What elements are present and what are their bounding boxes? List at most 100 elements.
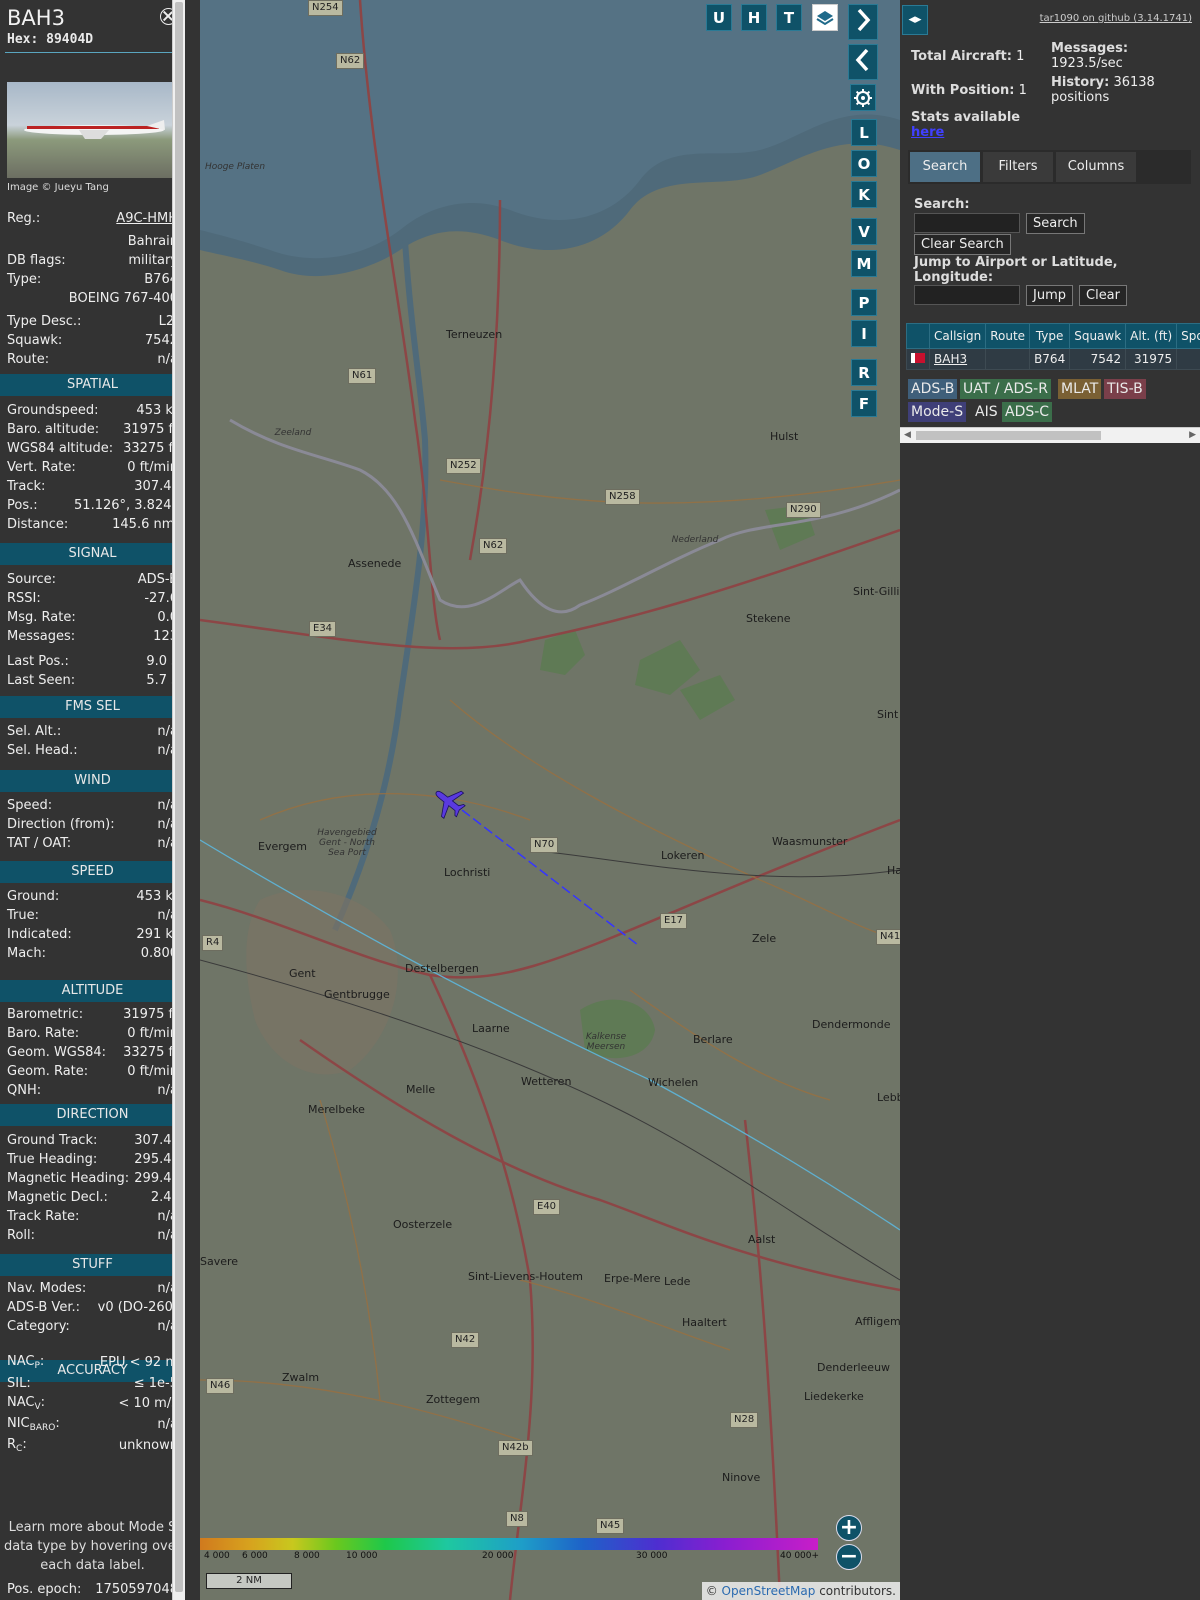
- squawk-label: Squawk:: [7, 333, 63, 348]
- fms-row: Sel. Alt.: n/a: [7, 722, 178, 741]
- altitude-row: Geom. Rate: 0 ft/min: [7, 1062, 178, 1081]
- map-view[interactable]: Terneuzen Hulst Assenede Stekene Sint-Gillis…: [200, 0, 900, 1600]
- osm-link[interactable]: OpenStreetMap: [722, 1584, 816, 1598]
- map-button-u[interactable]: U: [706, 4, 732, 31]
- squawk-row: Squawk: 7542: [7, 331, 178, 350]
- road-shield: N42b: [498, 1440, 533, 1456]
- table-row[interactable]: BAH3 B764 7542 31975: [906, 348, 1200, 370]
- total-aircraft: Total Aircraft: 1: [911, 49, 1024, 64]
- jump-button[interactable]: Jump: [1026, 285, 1073, 306]
- title-divider: [5, 52, 181, 53]
- altitude-value: 0 ft/min: [127, 1064, 178, 1079]
- aircraft-marker-icon[interactable]: [429, 784, 469, 820]
- map-button-p[interactable]: P: [851, 289, 877, 316]
- map-button-v[interactable]: V: [851, 218, 877, 245]
- aircraft-photo-plane: [24, 120, 165, 139]
- road-shield: N42: [451, 1332, 480, 1348]
- altitude-value: 31975 ft: [123, 1007, 178, 1022]
- tab-columns[interactable]: Columns: [1056, 152, 1136, 182]
- spatial-label: Vert. Rate:: [7, 460, 76, 475]
- speed-label: True:: [7, 908, 39, 923]
- fms-section-header: FMS SEL: [0, 696, 185, 718]
- map-button-f[interactable]: F: [851, 390, 877, 417]
- map-place-label: Lokeren: [661, 849, 705, 862]
- search-button[interactable]: Search: [1026, 213, 1085, 234]
- column-route[interactable]: Route: [985, 323, 1031, 349]
- stats-here-link[interactable]: here: [911, 125, 944, 140]
- column-type[interactable]: Type: [1029, 323, 1071, 349]
- source-chip: TIS-B: [1104, 379, 1146, 399]
- jump-input[interactable]: [914, 285, 1020, 305]
- column-speed[interactable]: Spd.: [1176, 323, 1200, 349]
- chevron-left-glyph: [855, 48, 869, 72]
- tab-filters[interactable]: Filters: [983, 152, 1053, 182]
- history-stat: History: 36138 positions: [1051, 75, 1191, 105]
- dbflags-value: military: [128, 253, 178, 268]
- altitude-tick-label: 10 000: [346, 1551, 378, 1561]
- aircraft-photo[interactable]: [7, 82, 178, 178]
- typedesc-label: Type Desc.:: [7, 314, 82, 329]
- nacp-value: EPU < 92 m: [99, 1355, 178, 1370]
- table-horizontal-scrollbar[interactable]: ◀ ▶: [900, 427, 1200, 443]
- map-place-label: Erpe-Mere: [604, 1272, 661, 1285]
- signal-row: Source: ADS-B: [7, 570, 178, 589]
- column-callsign[interactable]: Callsign: [928, 323, 987, 349]
- map-place-label: Lede: [664, 1275, 691, 1288]
- row-callsign[interactable]: BAH3: [928, 348, 987, 370]
- nicbaro-label: NICBARO:: [7, 1416, 60, 1433]
- clear-search-button[interactable]: Clear Search: [914, 234, 1011, 255]
- table-header-row: Callsign Route Type Squawk Alt. (ft) Spd…: [906, 323, 1200, 349]
- map-place-label: Sint-Gillis: [853, 585, 900, 598]
- map-button-k[interactable]: K: [851, 181, 877, 208]
- column-altitude[interactable]: Alt. (ft): [1125, 323, 1178, 349]
- search-input[interactable]: [914, 213, 1020, 233]
- tab-search[interactable]: Search: [910, 152, 980, 182]
- row-type: B764: [1029, 348, 1071, 370]
- reg-row: Reg.: A9C-HMH: [7, 209, 178, 228]
- expand-right-icon[interactable]: [848, 4, 878, 40]
- settings-gear-icon[interactable]: [850, 84, 876, 111]
- map-place-label: Zeeland: [274, 428, 312, 438]
- spatial-row: Groundspeed: 453 kt: [7, 401, 178, 420]
- scroll-right-icon[interactable]: ▶: [1189, 430, 1196, 440]
- clear-jump-button[interactable]: Clear: [1079, 285, 1127, 306]
- direction-label: True Heading:: [7, 1152, 98, 1167]
- stuff-value: v0 (DO-260): [97, 1300, 178, 1315]
- direction-row: Ground Track: 307.4°: [7, 1131, 178, 1150]
- map-button-o[interactable]: O: [851, 150, 877, 177]
- map-button-i[interactable]: I: [851, 320, 877, 347]
- pos-epoch-value: 1750597048: [95, 1582, 178, 1597]
- info-scrollbar[interactable]: [172, 0, 185, 1600]
- altitude-row: Baro. Rate: 0 ft/min: [7, 1024, 178, 1043]
- map-button-h[interactable]: H: [741, 4, 767, 31]
- altitude-tick-label: 4 000: [204, 1551, 230, 1561]
- row-squawk: 7542: [1069, 348, 1127, 370]
- country-row: Bahrain: [7, 232, 178, 251]
- zoom-in-button[interactable]: +: [836, 1515, 862, 1541]
- scroll-left-icon[interactable]: ◀: [904, 430, 911, 440]
- spatial-row: Pos.: 51.126°, 3.824°: [7, 496, 178, 515]
- altitude-label: QNH:: [7, 1083, 42, 1098]
- info-scrollbar-thumb[interactable]: [175, 2, 183, 1592]
- toggle-sidebar-icon[interactable]: ◂▸: [902, 5, 928, 35]
- rc-label-sub: C: [16, 1444, 23, 1454]
- map-button-l[interactable]: L: [851, 119, 877, 146]
- type-row: Type: B764: [7, 270, 178, 289]
- fms-label: Sel. Alt.:: [7, 724, 62, 739]
- source-chip: ADS-C: [1002, 402, 1053, 422]
- row-altitude: 31975: [1125, 348, 1178, 370]
- map-button-t[interactable]: T: [776, 4, 802, 31]
- collapse-left-icon[interactable]: [848, 44, 878, 80]
- nicbaro-label-text: NIC: [7, 1416, 30, 1431]
- layers-icon[interactable]: [812, 4, 838, 31]
- type-full-row: BOEING 767-400: [7, 289, 178, 308]
- road-shield: N45: [596, 1518, 625, 1534]
- column-squawk[interactable]: Squawk: [1069, 323, 1127, 349]
- direction-label: Magnetic Heading:: [7, 1171, 130, 1186]
- table-scrollbar-thumb[interactable]: [916, 431, 1101, 440]
- stuff-row: Category: n/a: [7, 1317, 178, 1336]
- map-button-m[interactable]: M: [851, 250, 877, 277]
- map-button-r[interactable]: R: [851, 359, 877, 386]
- registration-link[interactable]: A9C-HMH: [116, 211, 178, 226]
- github-link[interactable]: tar1090 on github (3.14.1741): [1040, 13, 1192, 24]
